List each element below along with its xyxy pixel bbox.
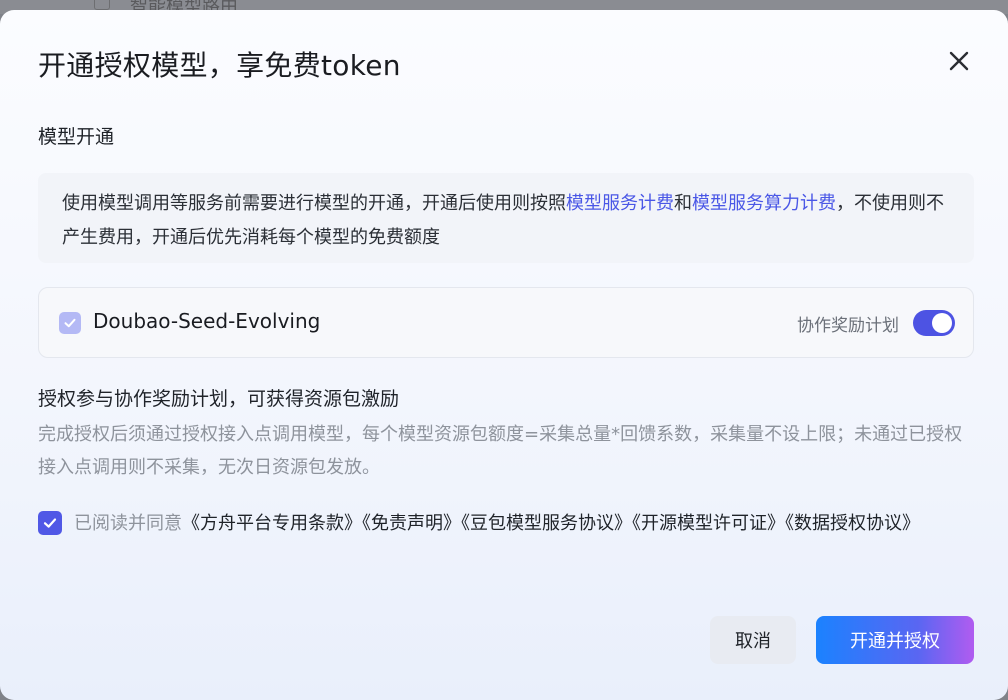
model-billing-link[interactable]: 模型服务计费 — [566, 193, 674, 214]
activation-info-box: 使用模型调用等服务前需要进行模型的开通，开通后使用则按照模型服务计费和模型服务算… — [38, 173, 974, 263]
compute-billing-link[interactable]: 模型服务算力计费 — [692, 193, 836, 214]
close-icon — [949, 51, 969, 71]
authorize-model-dialog: 开通授权模型，享免费token 模型开通 使用模型调用等服务前需要进行模型的开通… — [0, 10, 1008, 700]
check-icon — [64, 318, 76, 328]
reward-plan-label: 协作奖励计划 — [797, 316, 899, 336]
reward-section-title: 授权参与协作奖励计划，可获得资源包激励 — [38, 388, 400, 410]
toggle-knob — [932, 313, 952, 333]
doc-link-platform-terms[interactable]: 《方舟平台专用条款》 — [182, 513, 362, 534]
model-card: Doubao-Seed-Evolving 协作奖励计划 — [38, 287, 974, 358]
cancel-button[interactable]: 取消 — [710, 616, 796, 664]
doc-link-open-source-license[interactable]: 《开源模型许可证》 — [632, 513, 785, 534]
reward-plan-toggle[interactable] — [913, 310, 955, 336]
doc-link-disclaimer[interactable]: 《免责声明》 — [362, 513, 461, 534]
model-checkbox[interactable] — [59, 312, 81, 334]
reward-description: 完成授权后须通过授权接入点调用模型，每个模型资源包额度=采集总量*回馈系数，采集… — [38, 424, 963, 478]
activate-and-authorize-button[interactable]: 开通并授权 — [816, 616, 974, 664]
close-button[interactable] — [944, 46, 974, 76]
background-icon — [94, 0, 110, 10]
info-text-and: 和 — [674, 193, 692, 214]
info-text: 使用模型调用等服务前需要进行模型的开通，开通后使用则按照 — [62, 193, 566, 214]
doc-link-doubao-service[interactable]: 《豆包模型服务协议》 — [461, 513, 632, 534]
agreement-prefix: 已阅读并同意 — [74, 513, 182, 534]
check-icon — [43, 518, 57, 528]
activation-section-title: 模型开通 — [38, 126, 115, 148]
doc-link-data-authorization[interactable]: 《数据授权协议》 — [785, 513, 920, 534]
agreement-text: 已阅读并同意《方舟平台专用条款》《免责声明》《豆包模型服务协议》《开源模型许可证… — [38, 508, 938, 540]
agreement-checkbox[interactable] — [38, 511, 62, 535]
dialog-title: 开通授权模型，享免费token — [38, 49, 401, 82]
model-name: Doubao-Seed-Evolving — [93, 309, 321, 333]
